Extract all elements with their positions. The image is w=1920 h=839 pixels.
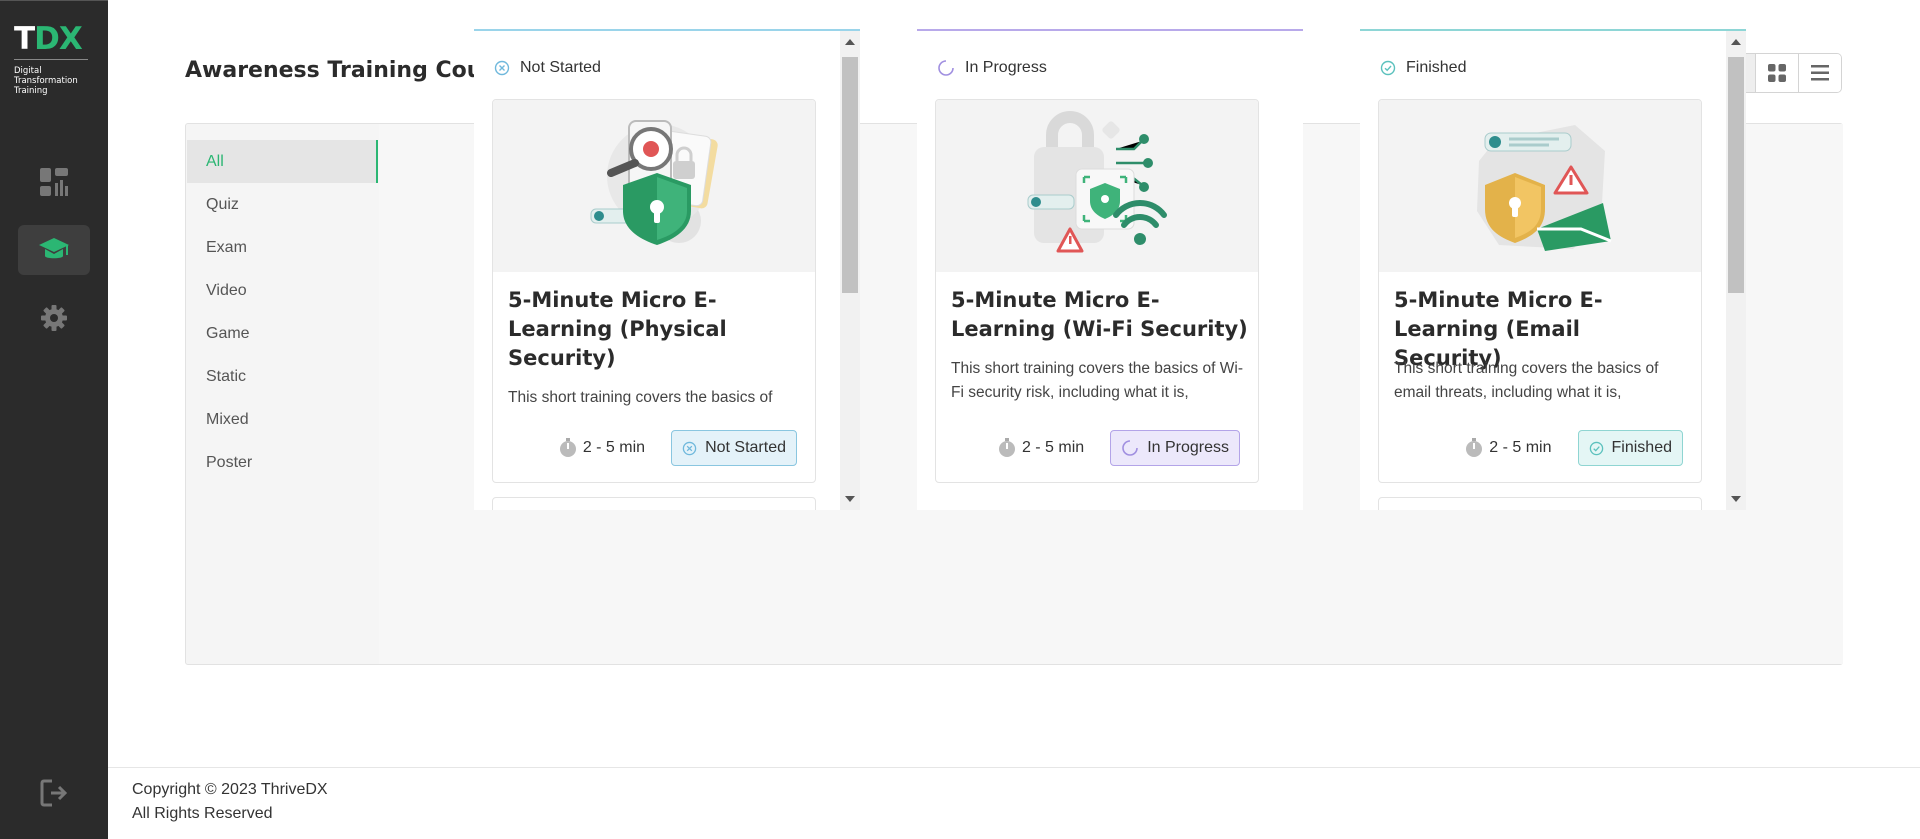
- check-circle-icon: [1380, 60, 1396, 76]
- status-text: Finished: [1611, 439, 1672, 456]
- filter-video[interactable]: Video: [187, 269, 378, 312]
- filter-all[interactable]: All: [187, 140, 378, 183]
- tdx-logo[interactable]: TDX Digital Transformation Training: [14, 23, 94, 96]
- course-description: This short training covers the basics of…: [951, 360, 1244, 401]
- column-scrollbar[interactable]: [840, 31, 860, 510]
- filter-label: Static: [206, 367, 247, 385]
- course-card[interactable]: 5-Minute Micro E-Learning (Email Securit…: [1378, 99, 1702, 483]
- course-duration: 2 - 5 min: [998, 438, 1084, 458]
- course-duration: 2 - 5 min: [1465, 438, 1552, 458]
- scroll-down-arrow[interactable]: [1731, 496, 1741, 502]
- filter-label: Poster: [206, 453, 253, 471]
- course-card[interactable]: 5-Minute Micro E-Learning (Wi-Fi Securit…: [935, 99, 1259, 483]
- stopwatch-icon: [559, 438, 576, 457]
- list-view-button[interactable]: [1799, 54, 1841, 92]
- stopwatch-icon: [1466, 438, 1483, 457]
- logo-subtitle: Digital Transformation Training: [14, 66, 94, 96]
- column-finished: Finished 5-Minute Micro E-Learning (Emai…: [1360, 29, 1746, 510]
- filter-label: Game: [206, 324, 250, 342]
- list-view-icon: [1811, 65, 1829, 81]
- course-card[interactable]: 5-Minute Micro E-Learning (Physical Secu…: [492, 99, 816, 483]
- scroll-thumb[interactable]: [842, 57, 858, 293]
- grid-view-button[interactable]: [1756, 54, 1799, 92]
- gear-icon: [41, 305, 67, 331]
- status-badge: In Progress: [1110, 430, 1240, 466]
- scroll-thumb[interactable]: [1728, 57, 1744, 293]
- stopwatch-icon: [998, 438, 1015, 457]
- logo-sub-line: Transformation: [14, 76, 78, 86]
- sidebar-item-settings[interactable]: [18, 293, 90, 343]
- scroll-up-arrow[interactable]: [1731, 39, 1741, 45]
- course-title[interactable]: 5-Minute Micro E-Learning (Wi-Fi Securit…: [951, 286, 1251, 344]
- logo-sub-line: Training: [14, 86, 48, 96]
- page-footer: Copyright © 2023 ThriveDX All Rights Res…: [108, 767, 1920, 839]
- sidebar-item-dashboard[interactable]: [18, 157, 90, 207]
- filter-exam[interactable]: Exam: [187, 226, 378, 269]
- status-text: Not Started: [705, 439, 786, 456]
- column-not-started: Not Started 5-Minute Micro E-Learning (P…: [474, 29, 860, 510]
- sidebar: TDX Digital Transformation Training: [0, 0, 108, 839]
- filter-mixed[interactable]: Mixed: [187, 398, 378, 441]
- logout-button[interactable]: [34, 775, 74, 811]
- category-filter-list: All Quiz Exam Video Game Static Mixed Po…: [187, 140, 378, 484]
- filter-quiz[interactable]: Quiz: [187, 183, 378, 226]
- scroll-down-arrow[interactable]: [845, 496, 855, 502]
- filter-static[interactable]: Static: [187, 355, 378, 398]
- grid-view-icon: [1768, 64, 1786, 82]
- graduation-cap-icon: [39, 238, 69, 259]
- column-header: Not Started: [494, 59, 601, 77]
- filter-label: Video: [206, 281, 247, 299]
- status-text: In Progress: [1147, 439, 1229, 456]
- logo-sub-line: Digital: [14, 66, 42, 76]
- column-title: Not Started: [520, 59, 601, 76]
- course-card-partial[interactable]: [492, 497, 816, 510]
- email-security-illustration: [1477, 125, 1612, 251]
- filter-label: Exam: [206, 238, 247, 256]
- course-illustration: [1379, 100, 1701, 272]
- column-title: Finished: [1406, 59, 1467, 76]
- logout-icon: [40, 779, 68, 807]
- not-started-icon: [494, 60, 510, 76]
- course-illustration: [936, 100, 1258, 272]
- logo-mark-dx: DX: [34, 21, 83, 57]
- course-illustration: [493, 100, 815, 272]
- course-description: This short training covers the basics of: [508, 389, 773, 406]
- rights-text: All Rights Reserved: [132, 805, 273, 822]
- card-footer: 2 - 5 min In Progress: [936, 428, 1258, 468]
- dashboard-icon: [40, 168, 68, 196]
- course-title[interactable]: 5-Minute Micro E-Learning (Physical Secu…: [508, 286, 808, 373]
- physical-security-illustration: [590, 120, 718, 245]
- logo-mark: TDX: [14, 23, 94, 55]
- column-in-progress: In Progress 5-Minute Micro E-Learning (W…: [917, 29, 1303, 510]
- card-footer: 2 - 5 min Not Started: [493, 428, 815, 468]
- card-footer: 2 - 5 min Finished: [1379, 428, 1701, 468]
- duration-text: 2 - 5 min: [1489, 439, 1552, 456]
- course-card-partial[interactable]: [1378, 497, 1702, 510]
- column-header: In Progress: [937, 59, 1047, 77]
- course-duration: 2 - 5 min: [559, 438, 645, 458]
- filter-poster[interactable]: Poster: [187, 441, 378, 484]
- logo-mark-t: T: [14, 21, 35, 57]
- duration-text: 2 - 5 min: [1021, 439, 1085, 456]
- sidebar-item-courses[interactable]: [18, 225, 90, 275]
- course-description: This short training covers the basics of…: [1394, 360, 1659, 401]
- duration-text: 2 - 5 min: [582, 439, 646, 456]
- filter-label: All: [206, 152, 224, 170]
- filter-game[interactable]: Game: [187, 312, 378, 355]
- status-badge: Not Started: [671, 430, 797, 466]
- status-badge: Finished: [1577, 430, 1683, 466]
- wifi-security-illustration: [1027, 111, 1167, 253]
- not-started-icon: [682, 441, 697, 455]
- column-title: In Progress: [965, 59, 1047, 76]
- filter-label: Mixed: [206, 410, 249, 428]
- filter-label: Quiz: [206, 195, 239, 213]
- in-progress-icon: [938, 60, 954, 76]
- column-header: Finished: [1380, 59, 1466, 77]
- in-progress-icon: [1122, 440, 1138, 456]
- logo-divider: [14, 59, 88, 60]
- scroll-up-arrow[interactable]: [845, 39, 855, 45]
- check-circle-icon: [1589, 441, 1603, 455]
- copyright-text: Copyright © 2023 ThriveDX: [132, 781, 328, 798]
- column-scrollbar[interactable]: [1726, 31, 1746, 510]
